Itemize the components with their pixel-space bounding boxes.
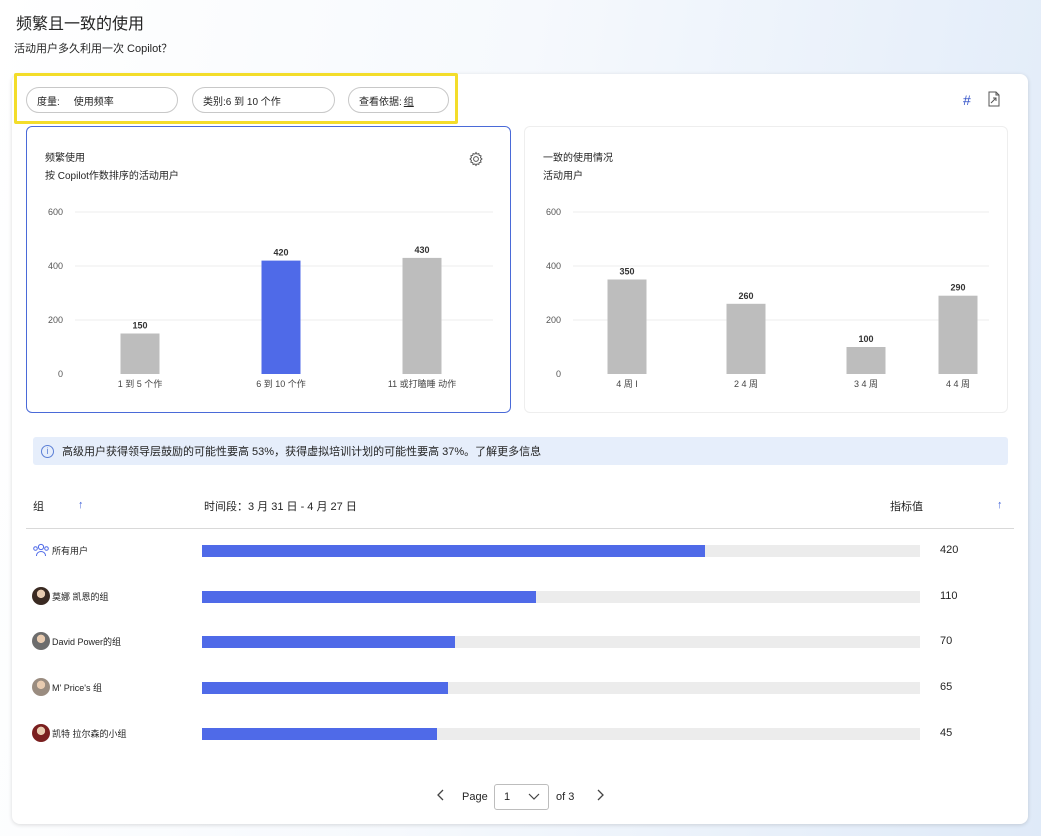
value-bar-track [202,591,920,603]
avatar [32,724,50,742]
sort-up-icon[interactable]: ↑ [78,499,84,511]
data-label: 260 [738,291,753,301]
category-filter[interactable]: 类别: 6 到 10 个作 [192,87,335,113]
page-subtitle: 活动用户多久利用一次 Copilot？ [14,43,173,55]
metric-value: 65 [940,681,953,693]
x-tick-label: 2 4 周 [734,379,758,389]
divider [26,528,1014,529]
data-label: 100 [858,334,873,344]
data-label: 420 [273,248,288,258]
page-title: 频繁且一致的使用 [16,16,145,33]
insight-banner: i 高级用户获得领导层鼓励的可能性要高 53%，获得虚拟培训计划的可能性要高 3… [33,437,1008,465]
consistent-usage-chart: 0 200 400 600 350 4 周 I 260 2 4 周 100 3 4 周 290 4 4… [546,207,989,389]
x-tick-label: 3 4 周 [854,379,878,389]
y-tick-label: 400 [546,261,561,271]
measure-filter-value: 使用频率 [73,96,114,108]
frequent-usage-card: 频繁使用 按 Copilot作数排序的活动用户 0 200 400 600 150 1 到… [26,126,511,413]
data-label: 350 [619,267,634,277]
value-bar-track [202,728,920,740]
table-row[interactable]: David Power的组 70 [26,628,1014,658]
bar [726,303,766,374]
table-row[interactable]: 莫娜 凯恩的组 110 [26,583,1014,613]
avatar [32,678,50,696]
y-tick-label: 200 [546,315,561,325]
y-tick-label: 0 [556,369,561,379]
export-icon[interactable] [987,91,1001,110]
data-label: 430 [414,245,429,255]
y-tick-label: 600 [546,207,561,217]
period-header: 时间段：3 月 31 日 - 4 月 27 日 [204,501,357,513]
metric-header[interactable]: 指标值 [890,498,923,514]
value-bar [202,728,437,740]
value-bar-track [202,682,920,694]
value-bar [202,545,705,557]
metric-value: 70 [940,635,953,647]
data-label: 290 [950,283,965,293]
prev-page-icon[interactable] [436,789,446,804]
avatar [32,632,50,650]
metric-value: 110 [940,590,958,602]
info-icon: i [41,444,54,458]
x-tick-label: 1 到 5 个作 [118,378,163,389]
table-row[interactable]: 凯特 拉尔森的小组 45 [26,720,1014,750]
sort-up-icon[interactable]: ↑ [997,499,1003,511]
bar [261,260,301,374]
metric-value: 45 [940,727,953,739]
bar [402,257,442,374]
measure-filter-label: 度量: [37,96,60,108]
table-row[interactable]: M' Price's 组 65 [26,674,1014,704]
value-bar-track [202,636,920,648]
group-icon [32,541,50,559]
consistent-usage-card: 一致的使用情况 活动用户 0 200 400 600 350 4 周 I 260 2 4 周1… [524,126,1008,413]
chevron-down-icon [528,789,540,806]
bar [120,333,160,374]
view-by-filter-value: 组 [403,96,414,108]
group-name: David Power的组 [52,637,122,647]
measure-filter[interactable]: 度量: 使用频率 [26,87,178,113]
y-tick-label: 400 [48,261,63,271]
value-bar [202,682,449,694]
bar [607,279,647,374]
next-page-icon[interactable] [595,789,605,804]
category-filter-label: 类别: [203,96,226,108]
avatar [32,587,50,605]
group-name: 凯特 拉尔森的小组 [52,729,127,739]
view-by-filter[interactable]: 查看依据: 组 [348,87,449,113]
metric-value: 420 [940,544,959,556]
group-name: M' Price's 组 [52,683,102,693]
value-bar [202,591,536,603]
group-name: 莫娜 凯恩的组 [52,592,109,602]
page-count: of 3 [556,791,575,803]
page-select-value: 1 [504,791,511,803]
bar [938,295,978,374]
hash-icon[interactable]: # [963,92,971,108]
page-label: Page [462,791,488,803]
frequent-usage-chart: 0 200 400 600 150 1 到 5 个作 420 6 到 10 个作 430 11 或… [48,207,493,389]
group-name: 所有用户 [52,546,89,556]
value-bar-track [202,545,920,557]
y-tick-label: 200 [48,315,63,325]
data-label: 150 [132,321,147,331]
x-tick-label: 6 到 10 个作 [256,378,306,389]
x-tick-label: 4 周 I [616,379,638,389]
category-filter-value: 6 到 10 个作 [225,96,281,108]
page-select[interactable]: 1 [494,784,549,810]
bar [846,347,886,374]
value-bar [202,636,455,648]
view-by-filter-label: 查看依据: [359,96,402,108]
y-tick-label: 600 [48,207,63,217]
x-tick-label: 4 4 周 [946,379,970,389]
table-row[interactable]: 所有用户 420 [26,537,1014,567]
x-tick-label: 11 或打瞌睡 动作 [388,378,456,389]
y-tick-label: 0 [58,369,63,379]
banner-text[interactable]: 高级用户获得领导层鼓励的可能性要高 53%，获得虚拟培训计划的可能性要高 37%… [62,443,541,459]
group-header[interactable]: 组 [33,498,44,514]
